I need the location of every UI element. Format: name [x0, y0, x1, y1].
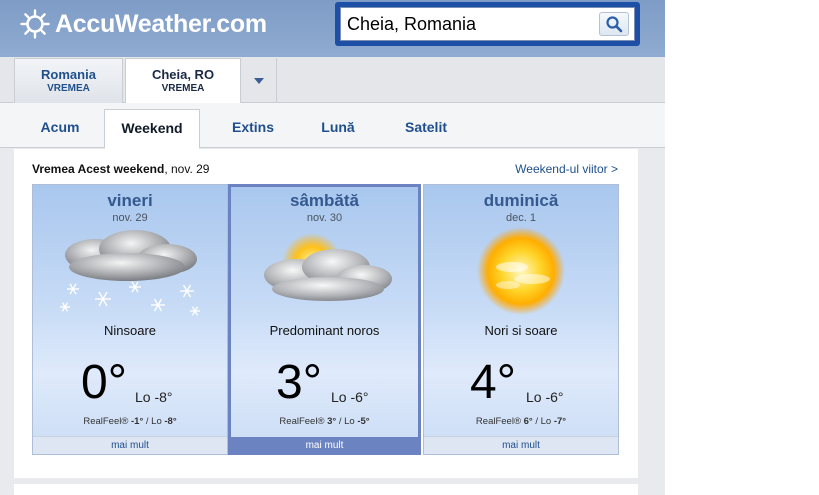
- day-name: duminică: [483, 191, 559, 210]
- day-realfeel: RealFeel® 3° / Lo -5°: [231, 416, 418, 427]
- snow-cloud-icon: [60, 230, 200, 316]
- realfeel-sep: / Lo: [532, 416, 554, 427]
- sun-logo-icon: [20, 9, 50, 39]
- next-section-edge: [14, 484, 638, 495]
- app: AccuWeather.com Romania VREMEA Cheia, RO: [0, 0, 819, 495]
- location-tab-name: Romania: [41, 67, 96, 82]
- caret-down-icon: [253, 77, 264, 84]
- realfeel-label: RealFeel®: [279, 416, 328, 427]
- content-title: Vremea Acest weekend, nov. 29: [32, 162, 209, 176]
- more-link[interactable]: mai mult: [424, 436, 618, 454]
- realfeel-low: -5°: [357, 416, 370, 427]
- tab-acum[interactable]: Acum: [26, 109, 94, 148]
- search-input[interactable]: [340, 7, 635, 41]
- search-button[interactable]: [599, 12, 629, 36]
- location-tab-sub: VREMEA: [47, 83, 90, 94]
- more-link[interactable]: mai mult: [228, 437, 421, 455]
- day-date: dec. 1: [506, 212, 536, 224]
- day-date: nov. 30: [306, 212, 343, 224]
- day-temperature: 3°: [276, 356, 322, 409]
- day-date: nov. 29: [112, 212, 148, 224]
- search-box: [335, 2, 640, 46]
- location-tab-sub: VREMEA: [161, 83, 205, 94]
- tab-weekend[interactable]: Weekend: [104, 109, 200, 149]
- realfeel-high: 3°: [327, 416, 337, 427]
- day-low: Lo -8°: [135, 389, 173, 405]
- mostly-cloudy-icon: [263, 233, 392, 301]
- logo[interactable]: AccuWeather.com: [20, 8, 267, 40]
- day-low: Lo -6°: [526, 389, 564, 405]
- day-condition: Nori si soare: [484, 323, 558, 338]
- search-icon: [606, 16, 623, 33]
- header: AccuWeather.com: [0, 0, 665, 57]
- day-condition: Ninsoare: [103, 323, 157, 338]
- realfeel-high: -1°: [131, 416, 144, 427]
- location-tab-cheia[interactable]: Cheia, RO VREMEA: [125, 58, 241, 104]
- weekend-content: Vremea Acest weekend, nov. 29 Weekend-ul…: [14, 149, 638, 478]
- realfeel-label: RealFeel®: [83, 416, 132, 427]
- day-name: vineri: [107, 191, 153, 210]
- next-weekend-link[interactable]: Weekend-ul viitor >: [515, 162, 618, 176]
- day-low: Lo -6°: [331, 389, 369, 405]
- day-card-friday[interactable]: vineri nov. 29 Ninsoare 0° Lo -8° RealFe…: [32, 184, 228, 455]
- tab-luna[interactable]: Lună: [308, 109, 368, 148]
- realfeel-low: -8°: [164, 416, 177, 427]
- sun-clouds-icon: [477, 227, 565, 315]
- realfeel-low: -7°: [553, 416, 567, 427]
- more-link[interactable]: mai mult: [33, 436, 227, 454]
- day-card-sunday[interactable]: duminică dec. 1 Nori si soare 4° Lo -6° …: [423, 184, 619, 455]
- day-name: sâmbătă: [290, 191, 359, 210]
- tab-satelit[interactable]: Satelit: [390, 109, 462, 148]
- forecast-nav: Acum Weekend Extins Lună Satelit: [0, 103, 665, 149]
- day-realfeel: RealFeel® -1° / Lo -8°: [33, 416, 227, 427]
- logo-wordmark: AccuWeather.com: [55, 9, 267, 38]
- content-title-date: , nov. 29: [164, 162, 210, 176]
- realfeel-sep: / Lo: [336, 416, 358, 427]
- day-temperature: 4°: [470, 356, 516, 409]
- weather-panel: AccuWeather.com Romania VREMEA Cheia, RO: [0, 0, 665, 495]
- content-title-main: Vremea Acest weekend: [32, 162, 165, 176]
- location-tab-name: Cheia, RO: [151, 67, 215, 82]
- location-tabs: Romania VREMEA Cheia, RO VREMEA: [0, 57, 665, 104]
- realfeel-sep: / Lo: [143, 416, 165, 427]
- tab-extins[interactable]: Extins: [216, 109, 290, 148]
- realfeel-label: RealFeel®: [475, 416, 524, 427]
- location-tab-romania[interactable]: Romania VREMEA: [14, 58, 123, 103]
- location-dropdown-button[interactable]: [241, 58, 277, 103]
- realfeel-high: 6°: [523, 416, 533, 427]
- day-temperature: 0°: [81, 356, 127, 409]
- day-condition: Predominant noros: [269, 323, 380, 338]
- day-card-saturday[interactable]: sâmbătă nov. 30 Predominant noros 3° Lo …: [228, 184, 421, 455]
- day-realfeel: RealFeel® 6° / Lo -7°: [424, 416, 618, 427]
